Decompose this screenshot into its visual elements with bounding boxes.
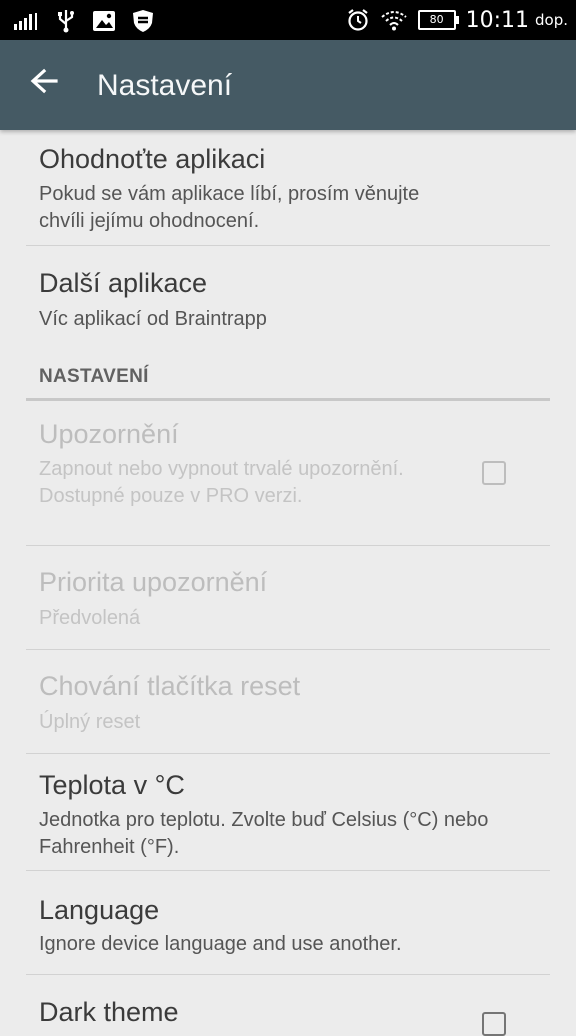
clock-time: 10:11	[465, 7, 529, 33]
pref-title: Language	[39, 895, 160, 925]
pref-language[interactable]: Language Ignore device language and use …	[0, 871, 576, 974]
pref-summary: Předvolená	[39, 607, 141, 629]
app-bar: Nastavení	[0, 40, 576, 130]
dark-theme-checkbox[interactable]	[482, 1012, 506, 1036]
pref-title: Dark theme	[39, 997, 179, 1027]
pref-title: Priorita upozornění	[39, 567, 268, 597]
pref-title: Chování tlačítka reset	[39, 671, 301, 701]
alarm-icon	[347, 9, 368, 31]
pref-summary: Víc aplikací od Braintrapp	[39, 308, 267, 330]
usb-icon	[58, 10, 74, 33]
arrow-back-icon	[30, 68, 58, 94]
clock-ampm: dop.	[535, 11, 568, 29]
category-label: NASTAVENÍ	[39, 366, 149, 387]
pref-summary: Pokud se vám aplikace líbí, prosím věnuj…	[39, 183, 420, 232]
pref-rate-app[interactable]: Ohodnoťte aplikaci Pokud se vám aplikace…	[0, 130, 576, 245]
pref-title: Další aplikace	[39, 268, 208, 298]
pref-more-apps[interactable]: Další aplikace Víc aplikací od Braintrap…	[0, 246, 576, 354]
pref-title: Upozornění	[39, 419, 179, 449]
pref-summary: Jednotka pro teplotu. Zvolte buď Celsius…	[39, 809, 489, 858]
pref-reset-behavior[interactable]: Chování tlačítka reset Úplný reset	[0, 650, 576, 753]
shield-icon	[133, 10, 153, 32]
signal-icon	[14, 13, 37, 30]
pref-title: Ohodnoťte aplikaci	[39, 144, 266, 174]
pref-notifications[interactable]: Upozornění Zapnout nebo vypnout trvalé u…	[0, 401, 576, 545]
back-button[interactable]	[26, 62, 66, 102]
pref-temperature-unit[interactable]: Teplota v °C Jednotka pro teplotu. Zvolt…	[0, 754, 576, 870]
image-icon	[93, 11, 115, 31]
pref-notification-priority[interactable]: Priorita upozornění Předvolená	[0, 546, 576, 649]
pref-title: Teplota v °C	[39, 770, 185, 800]
status-right-icons: 80 10:11 dop.	[346, 6, 568, 34]
status-left-icons	[14, 7, 154, 35]
pref-summary: Úplný reset	[39, 711, 141, 733]
wifi-icon	[380, 11, 407, 31]
status-bar: 80 10:11 dop.	[0, 0, 576, 40]
page-title: Nastavení	[97, 69, 233, 102]
notifications-checkbox[interactable]	[482, 461, 506, 485]
pref-summary: Zapnout nebo vypnout trvalé upozornění. …	[39, 458, 404, 507]
pref-summary: Ignore device language and use another.	[39, 933, 402, 955]
pref-dark-theme[interactable]: Dark theme	[0, 975, 576, 1036]
battery-icon: 80	[417, 10, 459, 30]
